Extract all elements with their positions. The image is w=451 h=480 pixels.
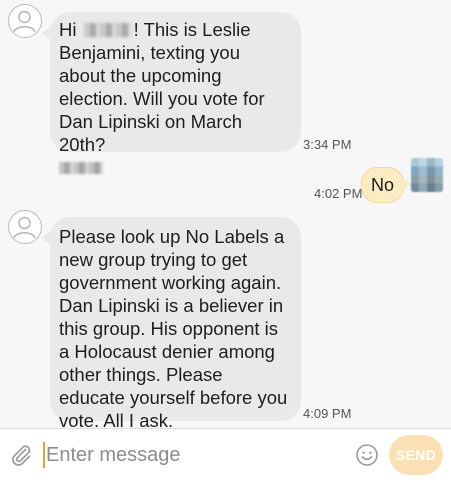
redacted-signature (59, 162, 103, 174)
bubble-tail (42, 26, 51, 40)
smiley-icon[interactable] (355, 443, 379, 467)
contact-avatar-icon[interactable] (8, 210, 42, 244)
message-timestamp: 4:09 PM (303, 406, 352, 421)
paperclip-icon[interactable] (9, 443, 33, 467)
message-timestamp: 4:02 PM (314, 186, 363, 201)
message-text: Please look up No Labels a new group try… (59, 226, 288, 431)
self-avatar[interactable] (411, 158, 443, 192)
incoming-message[interactable]: Hi ! This is Leslie Benjamini, texting y… (42, 12, 301, 174)
bubble-tail (403, 178, 411, 190)
message-text: No (370, 175, 394, 195)
text-cursor (43, 442, 45, 468)
message-text: Hi ! This is Leslie Benjamini, texting y… (59, 19, 265, 155)
incoming-message[interactable]: Please look up No Labels a new group try… (42, 217, 301, 431)
bubble-tail (42, 231, 51, 245)
message-text-part: Hi (59, 19, 82, 40)
message-text-part: ! This is Leslie Benjamini, texting you … (59, 19, 265, 155)
message-input[interactable] (46, 440, 346, 470)
message-composer: SEND (0, 428, 451, 480)
send-button[interactable]: SEND (389, 435, 443, 475)
message-thread[interactable]: Hi ! This is Leslie Benjamini, texting y… (0, 0, 451, 431)
redacted-name (83, 23, 132, 37)
message-timestamp: 3:34 PM (303, 137, 352, 152)
contact-avatar-icon[interactable] (8, 4, 42, 38)
outgoing-message[interactable]: No (361, 167, 411, 203)
